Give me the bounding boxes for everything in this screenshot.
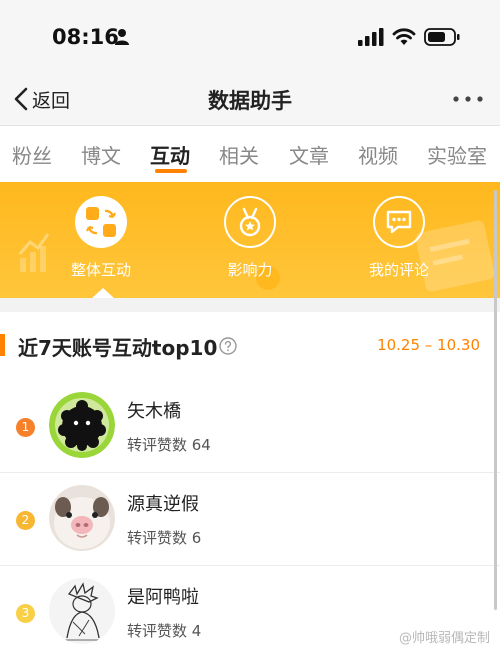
rank-badge: 1 <box>16 418 35 437</box>
avatar <box>49 578 115 644</box>
influence-medal-icon <box>224 196 276 248</box>
tab-posts[interactable]: 博文 <box>81 140 121 169</box>
rank-badge: 2 <box>16 511 35 530</box>
user-name: 矢木橋 <box>127 401 181 422</box>
tab-bar: 粉丝 博文 互动 相关 文章 视频 实验室 <box>0 126 500 182</box>
user-name: 是阿鸭啦 <box>127 587 199 608</box>
user-stat: 转评赞数 64 <box>127 436 211 454</box>
rank-badge: 3 <box>16 604 35 623</box>
avatar <box>49 392 115 458</box>
scrollbar[interactable] <box>494 190 497 610</box>
page-title: 数据助手 <box>208 89 292 113</box>
section-header: 近7天账号互动top10 10.25 – 10.30 <box>0 320 500 370</box>
feature-label-comments: 我的评论 <box>368 261 429 279</box>
tab-lab[interactable]: 实验室 <box>427 140 487 169</box>
signal-icon <box>358 28 384 46</box>
user-stat: 转评赞数 6 <box>127 529 202 547</box>
overall-interaction-icon <box>75 196 127 248</box>
more-icon[interactable] <box>448 87 488 111</box>
tab-fans[interactable]: 粉丝 <box>12 140 52 169</box>
active-tab-indicator <box>155 169 187 173</box>
date-range[interactable]: 10.25 – 10.30 <box>377 336 480 354</box>
feature-label-influence: 影响力 <box>227 261 273 279</box>
status-bar: 08:16 <box>0 0 500 75</box>
feature-banner: 整体互动 影响力 我的评论 <box>0 182 500 298</box>
tab-interaction[interactable]: 互动 <box>150 140 190 169</box>
my-comments-icon <box>373 196 425 248</box>
user-name: 源真逆假 <box>127 494 199 515</box>
help-icon[interactable] <box>219 337 237 355</box>
battery-icon <box>424 28 460 46</box>
nav-bar: 返回 数据助手 <box>0 75 500 126</box>
ranking-item[interactable]: 1 矢木橋 转评赞数 64 <box>0 380 500 473</box>
watermark: @帅哦弱偶定制 <box>398 631 490 646</box>
user-stat: 转评赞数 4 <box>127 622 202 640</box>
ranking-item[interactable]: 2 源真逆假 转评赞数 6 <box>0 473 500 566</box>
person-icon <box>115 29 129 45</box>
tab-videos[interactable]: 视频 <box>358 140 398 169</box>
feature-influence[interactable]: 影响力 <box>205 196 295 280</box>
avatar <box>49 485 115 551</box>
wifi-icon <box>392 28 416 45</box>
tab-related[interactable]: 相关 <box>219 140 259 169</box>
section-title: 近7天账号互动top10 <box>18 336 218 360</box>
feature-my-comments[interactable]: 我的评论 <box>354 196 444 280</box>
feature-overall-interaction[interactable]: 整体互动 <box>56 196 146 280</box>
tab-articles[interactable]: 文章 <box>289 140 329 169</box>
feature-label-overall: 整体互动 <box>70 261 131 279</box>
active-feature-pointer <box>92 288 114 298</box>
section-divider <box>0 298 500 312</box>
status-time: 08:16 <box>52 25 119 49</box>
section-accent-bar <box>0 334 5 356</box>
